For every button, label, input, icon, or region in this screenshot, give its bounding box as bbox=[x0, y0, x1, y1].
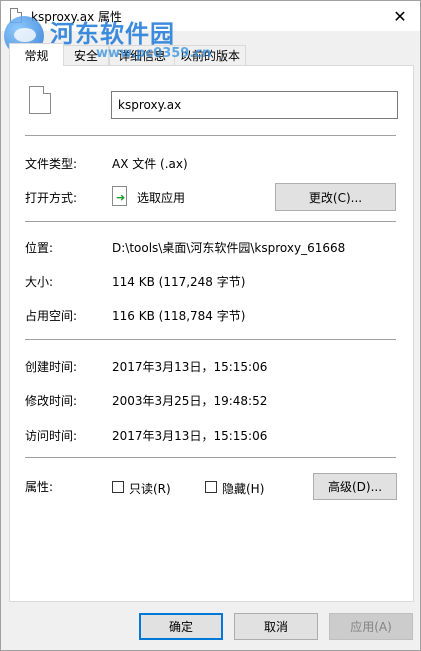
file-name-input[interactable] bbox=[111, 91, 398, 119]
accessed-value: 2017年3月13日，15:15:06 bbox=[112, 429, 268, 443]
change-button-label: 更改(C)... bbox=[308, 190, 363, 205]
properties-window: ksproxy.ax 属性 ✕ 常规 安全 详细信息 以前的版本 文件类型: A… bbox=[0, 0, 421, 651]
separator bbox=[25, 221, 396, 222]
ok-button[interactable]: 确定 bbox=[139, 613, 223, 640]
tab-security[interactable]: 安全 bbox=[63, 45, 109, 65]
readonly-label[interactable]: 只读(R) bbox=[129, 480, 171, 497]
open-with-app-icon: ➜ bbox=[112, 186, 127, 206]
location-label: 位置: bbox=[25, 241, 54, 255]
separator bbox=[25, 135, 396, 136]
accessed-label: 访问时间: bbox=[25, 429, 78, 443]
file-icon bbox=[10, 8, 22, 23]
tab-details[interactable]: 详细信息 bbox=[109, 45, 175, 65]
file-icon bbox=[29, 86, 51, 114]
file-type-value: AX 文件 (.ax) bbox=[112, 157, 188, 171]
change-button[interactable]: 更改(C)... bbox=[275, 183, 396, 211]
ok-button-label: 确定 bbox=[168, 620, 193, 634]
title-bar[interactable]: ksproxy.ax 属性 ✕ bbox=[1, 1, 420, 31]
separator bbox=[25, 339, 396, 340]
tab-previous-versions[interactable]: 以前的版本 bbox=[174, 45, 246, 65]
advanced-button-label: 高级(D)... bbox=[327, 480, 383, 494]
created-value: 2017年3月13日，15:15:06 bbox=[112, 360, 268, 374]
size-value: 114 KB (117,248 字节) bbox=[112, 275, 246, 289]
hidden-label[interactable]: 隐藏(H) bbox=[222, 480, 264, 497]
size-on-disk-label: 占用空间: bbox=[25, 309, 78, 323]
tab-general-label: 常规 bbox=[24, 48, 49, 63]
open-with-value: 选取应用 bbox=[137, 191, 186, 205]
apply-button[interactable]: 应用(A) bbox=[329, 613, 413, 640]
cancel-button[interactable]: 取消 bbox=[234, 613, 318, 640]
close-button[interactable]: ✕ bbox=[380, 1, 420, 31]
close-icon: ✕ bbox=[393, 6, 407, 26]
tab-general[interactable]: 常规 bbox=[9, 43, 64, 66]
size-on-disk-value: 116 KB (118,784 字节) bbox=[112, 309, 246, 323]
file-type-label: 文件类型: bbox=[25, 157, 78, 171]
hidden-checkbox[interactable] bbox=[205, 481, 217, 493]
created-label: 创建时间: bbox=[25, 360, 78, 374]
tab-details-label: 详细信息 bbox=[117, 49, 166, 63]
modified-value: 2003年3月25日，19:48:52 bbox=[112, 394, 268, 408]
tab-previous-versions-label: 以前的版本 bbox=[179, 49, 240, 63]
separator bbox=[25, 457, 396, 458]
readonly-checkbox[interactable] bbox=[112, 481, 124, 493]
general-tab-panel: 文件类型: AX 文件 (.ax) 打开方式: ➜ 选取应用 更改(C)... … bbox=[9, 65, 414, 602]
size-label: 大小: bbox=[25, 275, 54, 289]
attributes-label: 属性: bbox=[25, 480, 54, 494]
open-with-label: 打开方式: bbox=[25, 191, 78, 205]
location-value: D:\tools\桌面\河东软件园\ksproxy_61668 bbox=[112, 241, 346, 255]
cancel-button-label: 取消 bbox=[263, 620, 288, 634]
advanced-button[interactable]: 高级(D)... bbox=[313, 473, 397, 500]
apply-button-label: 应用(A) bbox=[350, 620, 392, 634]
window-title: ksproxy.ax 属性 bbox=[31, 10, 123, 24]
modified-label: 修改时间: bbox=[25, 394, 78, 408]
tab-security-label: 安全 bbox=[73, 49, 98, 63]
